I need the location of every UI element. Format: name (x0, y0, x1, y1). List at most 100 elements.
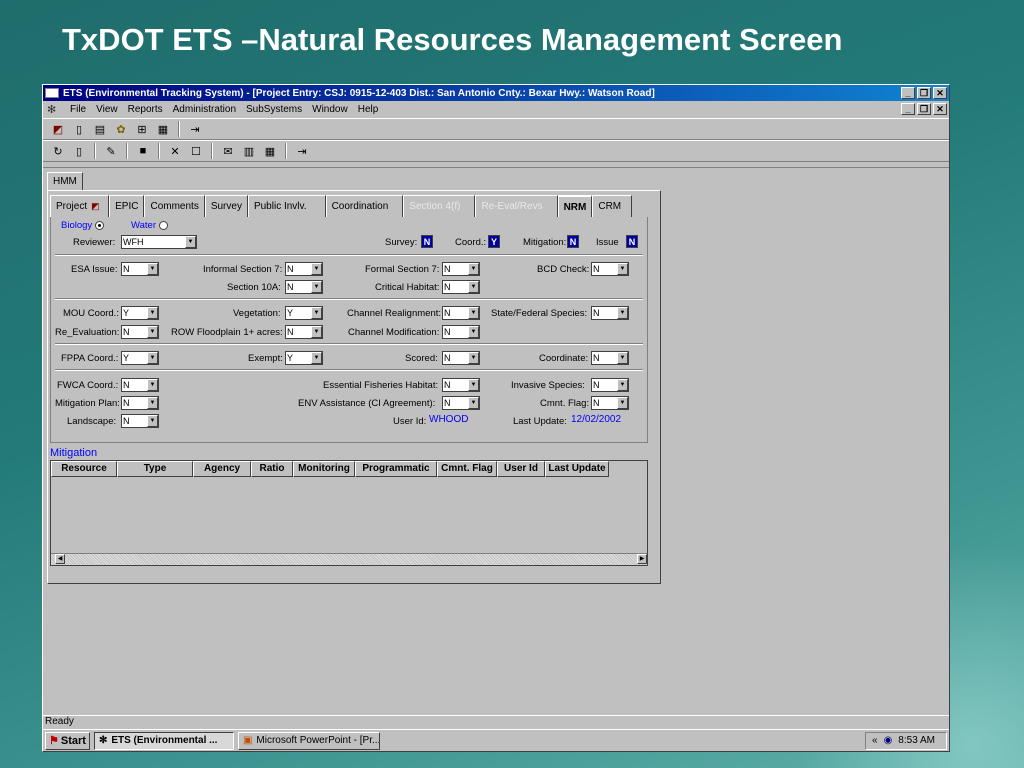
formal-section-7-select[interactable]: N ▼ (442, 262, 480, 276)
col-cmnt-flag[interactable]: Cmnt. Flag (437, 461, 497, 477)
refresh-icon[interactable]: ↻ (49, 142, 67, 160)
table-icon[interactable]: ▦ (154, 120, 172, 138)
issue-checkbox[interactable]: N (626, 235, 638, 248)
informal-section-7-select[interactable]: N ▼ (285, 262, 323, 276)
scored-select[interactable]: N ▼ (442, 351, 480, 365)
taskbar-item-powerpoint[interactable]: ▣ Microsoft PowerPoint - [Pr... (237, 731, 380, 750)
channel-realignment-select[interactable]: N ▼ (442, 306, 480, 320)
re-evaluation-select[interactable]: N ▼ (121, 325, 159, 339)
water-radio[interactable]: Water (131, 220, 168, 231)
close-button[interactable]: ✕ (933, 87, 947, 99)
col-agency[interactable]: Agency (193, 461, 251, 477)
channel-modification-select[interactable]: N ▼ (442, 325, 480, 339)
menu-reports[interactable]: Reports (123, 104, 168, 115)
fppa-coord-value: Y (123, 353, 130, 363)
report-icon[interactable]: ▤ (91, 120, 109, 138)
coordinate-select[interactable]: N ▼ (591, 351, 629, 365)
menu-view[interactable]: View (91, 104, 123, 115)
channel-realignment-value: N (444, 308, 451, 318)
bcd-check-select[interactable]: N ▼ (591, 262, 629, 276)
mitigation-grid[interactable]: Resource Type Agency Ratio Monitoring Pr… (50, 460, 648, 566)
invasive-species-select[interactable]: N ▼ (591, 378, 629, 392)
env-assistance-select[interactable]: N ▼ (442, 396, 480, 410)
save-icon[interactable]: ■ (134, 142, 152, 160)
minimize-button[interactable]: _ (901, 87, 915, 99)
toolbar-separator (211, 143, 213, 159)
clock[interactable]: 8:53 AM (898, 735, 935, 746)
section-10a-select[interactable]: N ▼ (285, 280, 323, 294)
tab-re-eval-revs[interactable]: Re-Eval/Revs (475, 195, 558, 217)
survey-checkbox[interactable]: N (421, 235, 433, 248)
taskbar-item-ets[interactable]: ✻ ETS (Environmental ... (93, 731, 234, 750)
tab-nrm[interactable]: NRM (557, 195, 593, 217)
col-resource[interactable]: Resource (51, 461, 117, 477)
mdi-minimize-button[interactable]: _ (901, 103, 915, 115)
new-record-icon[interactable]: ▯ (70, 142, 88, 160)
exit-icon[interactable]: ⇥ (293, 142, 311, 160)
col-type[interactable]: Type (117, 461, 193, 477)
essential-fisheries-select[interactable]: N ▼ (442, 378, 480, 392)
biology-radio[interactable]: Biology (61, 220, 105, 231)
critical-habitat-select[interactable]: N ▼ (442, 280, 480, 294)
mou-coord-select[interactable]: Y ▼ (121, 306, 159, 320)
landscape-select[interactable]: N ▼ (121, 414, 159, 428)
vegetation-label: Vegetation: (233, 308, 281, 319)
vegetation-select[interactable]: Y ▼ (285, 306, 323, 320)
mdi-restore-button[interactable]: ❐ (917, 103, 931, 115)
menu-window[interactable]: Window (307, 104, 353, 115)
tab-survey[interactable]: Survey (204, 195, 248, 217)
chevron-down-icon: ▼ (617, 397, 628, 409)
menu-file[interactable]: File (65, 104, 91, 115)
window-titlebar[interactable]: ETS (Environmental Tracking System) - [P… (43, 85, 949, 101)
tools-icon[interactable]: ✿ (112, 120, 130, 138)
tray-expand-icon[interactable]: « (872, 735, 878, 746)
menu-administration[interactable]: Administration (168, 104, 241, 115)
reviewer-select[interactable]: WFH ▼ (121, 235, 197, 249)
cmnt-flag-select[interactable]: N ▼ (591, 396, 629, 410)
scroll-right-icon[interactable]: ▶ (637, 554, 647, 564)
mitigation-plan-label: Mitigation Plan: (55, 398, 120, 409)
col-user-id[interactable]: User Id (497, 461, 545, 477)
mdi-child-icon[interactable]: ✻ (47, 103, 61, 116)
restore-button[interactable]: ❐ (917, 87, 931, 99)
envelope-icon[interactable]: ✉ (219, 142, 237, 160)
mitigation-checkbox[interactable]: N (567, 235, 579, 248)
tray-network-icon[interactable]: ◉ (884, 735, 893, 746)
properties-icon[interactable]: ☐ (187, 142, 205, 160)
col-last-update[interactable]: Last Update (545, 461, 609, 477)
columns-icon[interactable]: ▥ (240, 142, 258, 160)
row-floodplain-select[interactable]: N ▼ (285, 325, 323, 339)
state-federal-species-select[interactable]: N ▼ (591, 306, 629, 320)
tab-comments[interactable]: Comments (144, 195, 205, 217)
grid-icon[interactable]: ⊞ (133, 120, 151, 138)
exempt-select[interactable]: Y ▼ (285, 351, 323, 365)
edit-icon[interactable]: ✎ (102, 142, 120, 160)
fppa-coord-select[interactable]: Y ▼ (121, 351, 159, 365)
fwca-coord-select[interactable]: N ▼ (121, 378, 159, 392)
coord-checkbox[interactable]: Y (488, 235, 500, 248)
tab-public-invlv[interactable]: Public Invlv. (247, 195, 326, 217)
exit-icon[interactable]: ⇥ (186, 120, 204, 138)
project-entry-icon[interactable]: ◩ (49, 120, 67, 138)
tab-section-4f[interactable]: Section 4(f) (403, 195, 476, 217)
tab-crm[interactable]: CRM (592, 195, 633, 217)
tab-coordination[interactable]: Coordination (325, 195, 404, 217)
new-document-icon[interactable]: ▯ (70, 120, 88, 138)
mitigation-plan-select[interactable]: N ▼ (121, 396, 159, 410)
grid-horizontal-scrollbar[interactable]: ◀ ▶ (51, 553, 647, 565)
col-monitoring[interactable]: Monitoring (293, 461, 355, 477)
mdi-close-button[interactable]: ✕ (933, 103, 947, 115)
tab-epic[interactable]: EPIC (109, 195, 145, 217)
tab-hmm[interactable]: HMM (47, 172, 83, 190)
start-button[interactable]: ⚑ Start (45, 731, 90, 750)
col-ratio[interactable]: Ratio (251, 461, 293, 477)
col-programmatic[interactable]: Programmatic (355, 461, 437, 477)
delete-icon[interactable]: ✕ (166, 142, 184, 160)
tab-project[interactable]: Project ◩ (50, 195, 110, 217)
menu-help[interactable]: Help (353, 104, 384, 115)
divider (55, 369, 643, 371)
scroll-left-icon[interactable]: ◀ (55, 554, 65, 564)
table-icon[interactable]: ▦ (261, 142, 279, 160)
menu-subsystems[interactable]: SubSystems (241, 104, 307, 115)
esa-issue-select[interactable]: N ▼ (121, 262, 159, 276)
